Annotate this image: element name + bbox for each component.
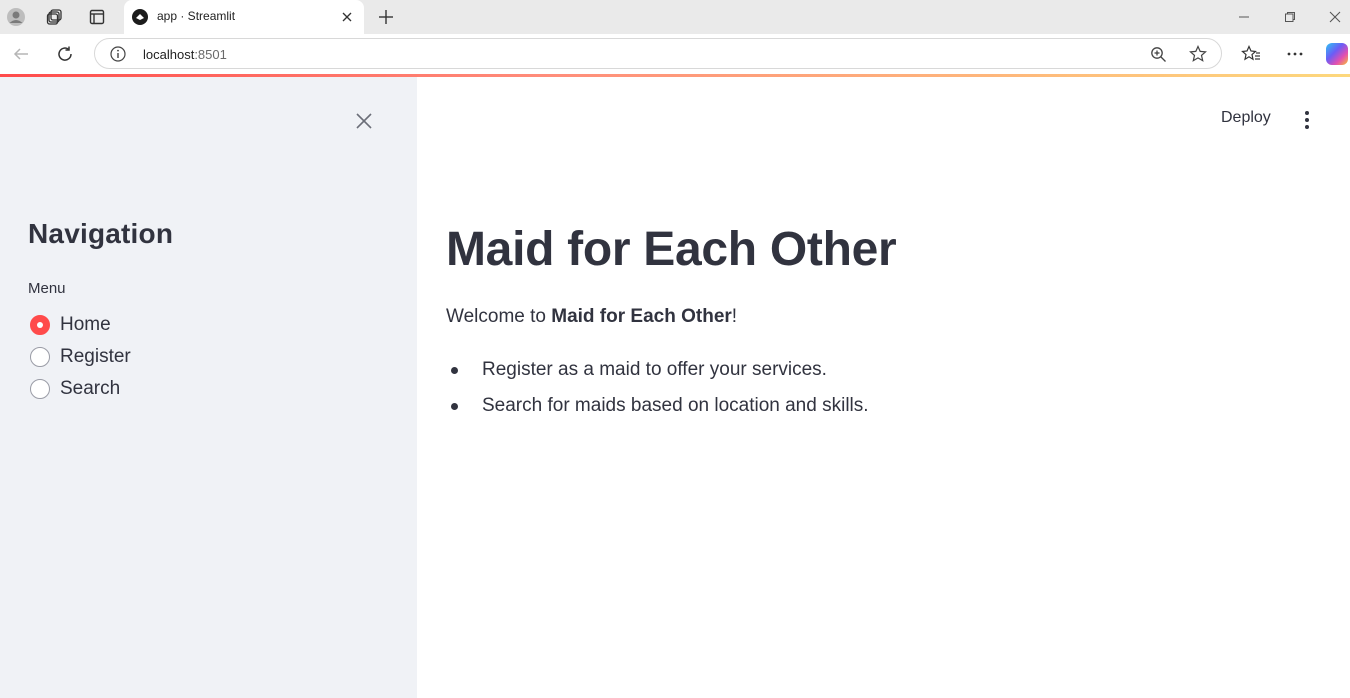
copilot-icon[interactable]	[1326, 43, 1348, 65]
feature-list: Register as a maid to offer your service…	[446, 357, 869, 429]
menu-label: Menu	[28, 280, 66, 297]
close-tab-icon[interactable]	[338, 8, 356, 26]
bullet-icon	[451, 367, 458, 374]
browser-toolbar: localhost:8501	[0, 34, 1350, 74]
radio-unselected-icon[interactable]	[30, 347, 50, 367]
radio-label-home: Home	[60, 314, 111, 335]
restore-icon[interactable]	[1278, 6, 1302, 28]
zoom-icon[interactable]	[1148, 44, 1168, 64]
sidebar-close-icon[interactable]	[353, 110, 375, 132]
welcome-app-name: Maid for Each Other	[551, 306, 732, 327]
deploy-button[interactable]: Deploy	[1221, 109, 1271, 127]
profile-icon[interactable]	[4, 5, 28, 29]
address-host: localhost	[143, 47, 195, 62]
radio-unselected-icon[interactable]	[30, 379, 50, 399]
list-item-text: Register as a maid to offer your service…	[482, 359, 827, 380]
site-info-icon[interactable]	[109, 45, 127, 63]
radio-option-search[interactable]: Search	[28, 375, 328, 403]
main-content: Deploy Maid for Each Other Welcome to Ma…	[417, 77, 1350, 698]
refresh-icon[interactable]	[53, 42, 77, 66]
radio-selected-icon[interactable]	[30, 315, 50, 335]
welcome-suffix: !	[731, 306, 738, 327]
streamlit-favicon-icon	[132, 9, 148, 25]
welcome-text: Welcome to Maid for Each Other!	[446, 306, 737, 328]
favorites-icon[interactable]	[1239, 42, 1263, 66]
new-tab-icon[interactable]	[374, 5, 398, 29]
address-port: :8501	[194, 47, 227, 62]
welcome-prefix: Welcome to	[446, 306, 552, 327]
favorite-star-icon[interactable]	[1188, 44, 1208, 64]
radio-option-home[interactable]: Home	[28, 311, 328, 339]
tab-actions-icon[interactable]	[85, 5, 109, 29]
radio-label-register: Register	[60, 346, 131, 367]
close-window-icon[interactable]	[1323, 6, 1347, 28]
main-menu-icon[interactable]	[1297, 108, 1317, 132]
radio-label-search: Search	[60, 378, 121, 399]
address-text: localhost:8501	[143, 47, 227, 62]
sidebar-title: Navigation	[28, 218, 174, 249]
radio-option-register[interactable]: Register	[28, 343, 328, 371]
bullet-icon	[451, 403, 458, 410]
sidebar: Navigation Menu Home Register Search	[0, 77, 417, 698]
more-menu-icon[interactable]	[1283, 42, 1307, 66]
back-icon[interactable]	[9, 42, 33, 66]
address-bar[interactable]: localhost:8501	[94, 38, 1222, 69]
tab-app-streamlit[interactable]: app · Streamlit	[124, 0, 364, 34]
browser-tab-bar: app · Streamlit	[0, 0, 1350, 34]
workspaces-icon[interactable]	[43, 5, 67, 29]
page-title: Maid for Each Other	[446, 223, 897, 276]
minimize-icon[interactable]	[1232, 6, 1256, 28]
tab-title: app · Streamlit	[157, 9, 236, 23]
list-item-text: Search for maids based on location and s…	[482, 395, 869, 416]
list-item: Search for maids based on location and s…	[446, 393, 869, 429]
list-item: Register as a maid to offer your service…	[446, 357, 869, 393]
